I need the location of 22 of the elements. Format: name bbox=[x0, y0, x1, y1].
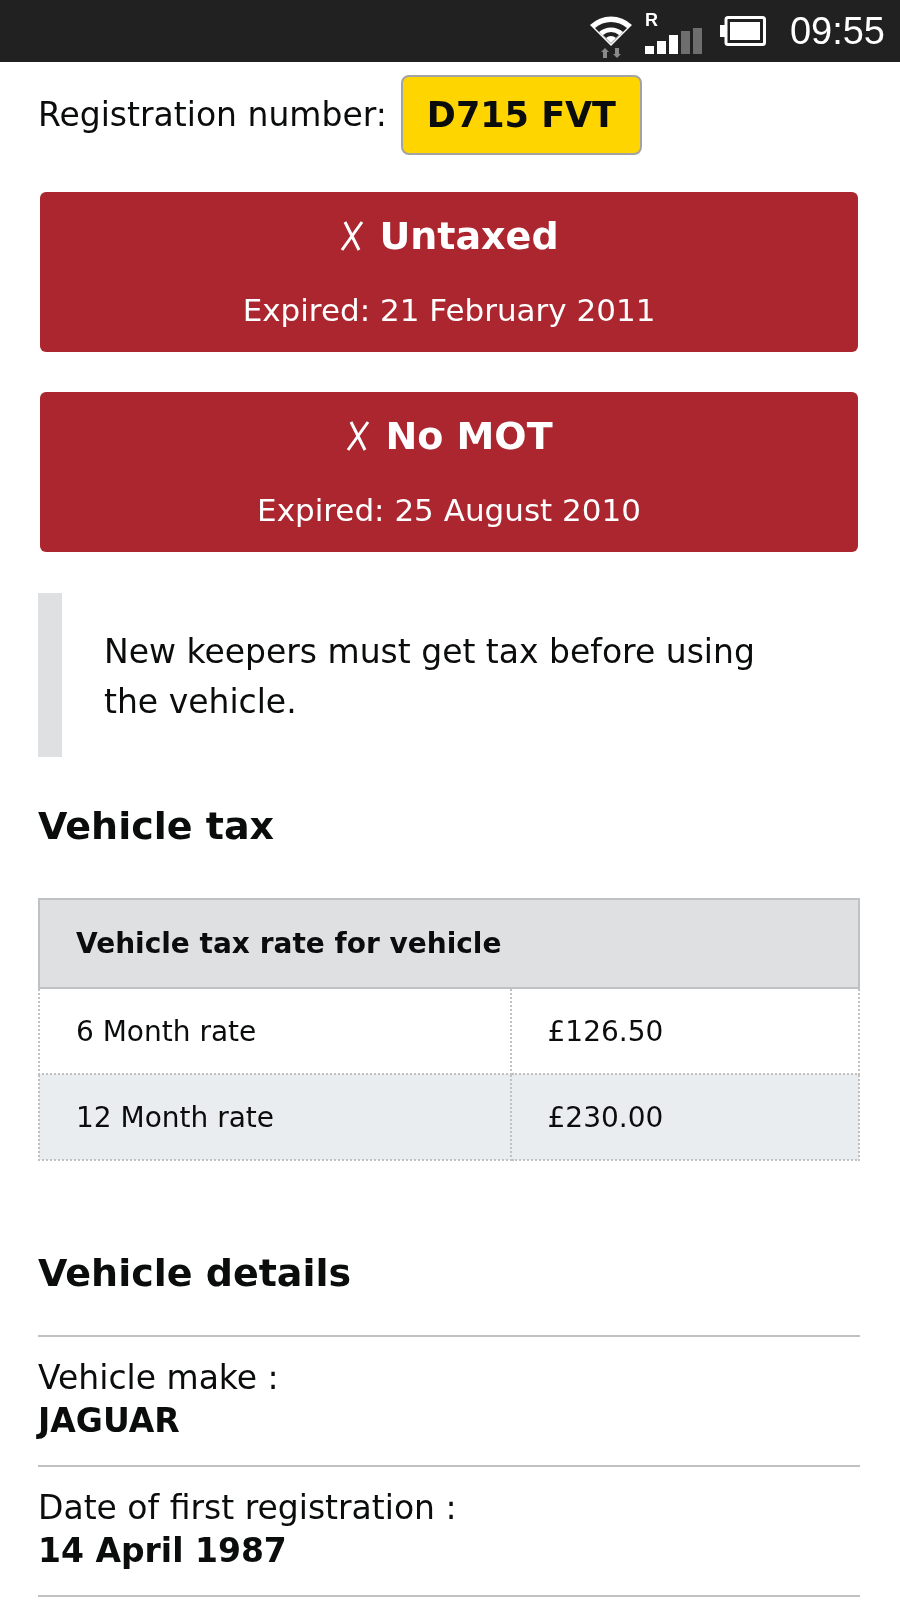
notice-text: New keepers must get tax before using the vehicle. bbox=[104, 631, 756, 723]
registration-label: Registration number: bbox=[38, 95, 387, 135]
cross-icon bbox=[345, 420, 372, 452]
panel-detail: Expired: 21 February 2011 bbox=[242, 291, 656, 330]
detail-label: Vehicle make : bbox=[38, 1357, 279, 1399]
panel-title: No MOT bbox=[385, 413, 553, 460]
detail-value: 14 April 1987 bbox=[38, 1530, 287, 1572]
table-header-cell: Vehicle tax rate for vehicle bbox=[39, 899, 859, 988]
table-cell: 12 Month rate bbox=[39, 1074, 511, 1160]
section-heading: Vehicle tax bbox=[38, 803, 276, 850]
detail-value: JAGUAR bbox=[38, 1400, 180, 1442]
table-cell: £230.00 bbox=[510, 1074, 859, 1160]
cross-icon bbox=[339, 220, 366, 252]
battery-icon bbox=[719, 16, 766, 46]
panel-title: Untaxed bbox=[379, 213, 559, 260]
number-plate: D715 FVT bbox=[400, 75, 642, 155]
section-heading: Vehicle details bbox=[38, 1250, 353, 1297]
panel-detail: Expired: 25 August 2010 bbox=[257, 491, 641, 530]
detail-label: Date of first registration : bbox=[38, 1487, 457, 1529]
clock-time: 09:55 bbox=[789, 9, 885, 53]
roaming-label: R bbox=[644, 12, 658, 28]
signal-icon bbox=[643, 28, 704, 54]
